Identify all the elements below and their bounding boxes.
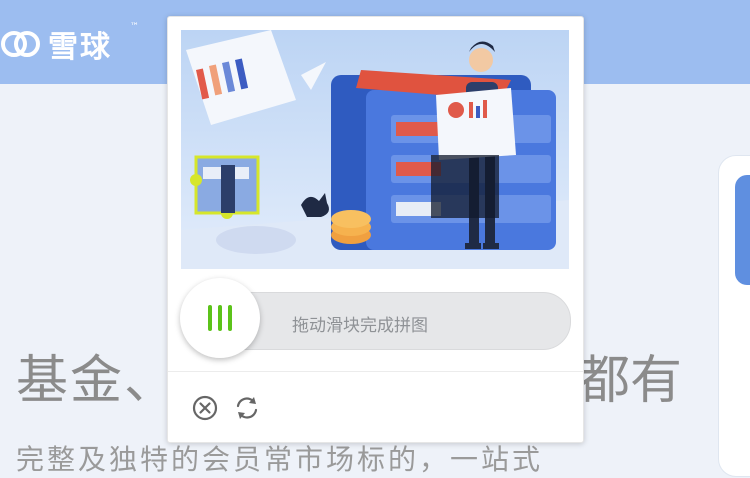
refresh-icon[interactable]	[232, 393, 262, 423]
grip-icon	[208, 305, 232, 331]
slider-captcha-dialog: 拖动滑块完成拼图	[167, 16, 584, 443]
close-circle-icon[interactable]	[190, 393, 220, 423]
brand-name: 雪球	[48, 30, 112, 65]
divider	[168, 371, 583, 372]
captcha-puzzle-image	[181, 30, 569, 269]
slider-hint-text: 拖动滑块完成拼图	[292, 316, 428, 336]
slider-handle[interactable]	[180, 278, 260, 358]
hero-title-tail: 都有	[578, 351, 683, 411]
side-promo-image	[735, 175, 750, 285]
puzzle-illustration	[181, 30, 569, 269]
trademark-symbol: ™	[130, 22, 139, 32]
brand[interactable]: 雪球 ™	[0, 22, 139, 66]
xueqiu-logo-icon	[1, 31, 40, 57]
hero-subtitle: 完整及独特的会员常市场标的，一站式	[16, 443, 544, 476]
hero-title: 基金、	[16, 351, 179, 411]
